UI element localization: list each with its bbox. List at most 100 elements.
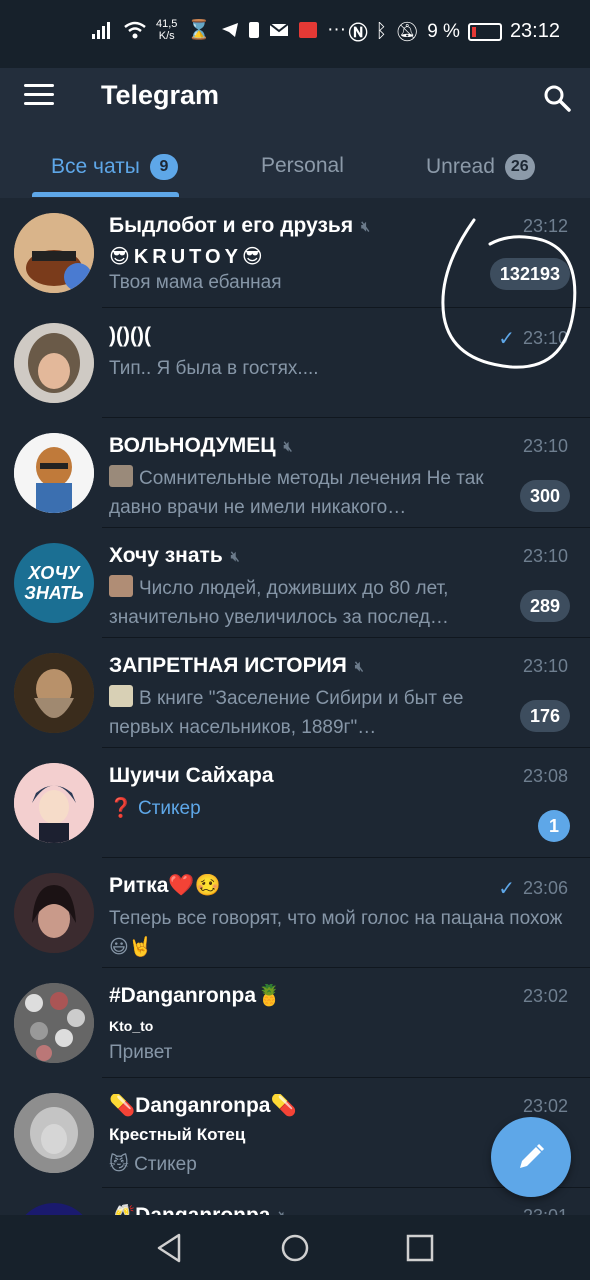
chat-time: 23:12 [522,216,568,236]
mute-bell-icon: 🔕︎ [395,21,420,43]
status-bar: 41,5 K/s ⌛ ··· Ⓝ ᛒ 🔕︎ 9 % 23:12 [0,0,590,68]
avatar-text-2: ЗНАТЬ [24,583,84,603]
chat-time: 23:02 [522,1096,568,1116]
avatar [14,323,94,403]
avatar-text-1: ХОЧУ [28,563,80,583]
person-avatar-icon [14,323,94,403]
battery-icon [467,22,502,41]
chat-name: Быдлобот и его друзья 🔇︎ [109,214,370,237]
nfc-icon: Ⓝ [348,23,368,44]
avatar: ХОЧУ ЗНАТЬ [14,543,94,623]
chat-time: ✓ 23:10 [498,328,568,350]
media-thumbnail [109,575,133,597]
chat-name: 🥂Danganronpa🔇︎ [109,1204,287,1215]
active-tab-indicator [32,192,179,197]
avatar [14,433,94,513]
read-check-icon: ✓ [498,878,515,900]
collage-avatar-icon [14,983,94,1063]
chat-time: 23:10 [522,656,568,676]
chat-time: 23:08 [522,766,568,786]
chat-name: ЗАПРЕТНАЯ ИСТОРИЯ 🔇︎ [109,654,364,677]
compose-button[interactable] [491,1117,571,1197]
sender-name: 😎KRUTOY😎 [109,246,267,268]
signal-icon [92,22,110,39]
unread-badge: 300 [519,480,570,512]
chat-name: #Danganronpa🍍 [109,984,283,1007]
chat-time: 23:02 [522,986,568,1006]
media-thumbnail [109,465,133,487]
read-check-icon: ✓ [498,328,515,350]
chat-row[interactable]: #Danganronpa🍍 23:02 Kto_to Привет [0,968,590,1078]
anime-avatar-icon [14,763,94,843]
chat-row[interactable]: Ритка❤️🥴 ✓ 23:06 Теперь все говорят, что … [0,858,590,968]
mail-icon [269,23,289,36]
media-thumbnail [109,685,133,707]
message-preview: Теперь все говорят, что мой голос на пац… [109,908,563,958]
tab-unread[interactable]: Unread 26 [426,154,535,180]
chat-row[interactable]: 🥂Danganronpa🔇︎ 23:01 [0,1188,590,1215]
shop-notif-icon [299,22,318,38]
chat-row[interactable]: ВОЛЬНОДУМЕЦ 🔇︎ 23:10 Сомнительные методы … [0,418,590,528]
message-preview: Сомнительные методы лечения Не так давно… [109,464,490,522]
message-preview: Тип.. Я была в гостях.... [109,358,319,379]
chat-time: 23:10 [522,546,568,566]
more-notifications-icon: ··· [327,19,347,40]
avatar [14,1093,94,1173]
unread-badge: 176 [519,700,570,732]
hamburger-menu-icon[interactable] [24,84,54,108]
back-icon[interactable] [153,1231,187,1265]
tab-label: Unread [426,155,495,178]
message-preview: 😼 Стикер [109,1154,197,1175]
unread-badge: 1 [538,810,570,842]
avatar [14,1203,94,1215]
chat-row[interactable]: Быдлобот и его друзья 🔇︎ 23:12 😎KRUTOY😎 Т… [0,198,590,308]
tab-personal[interactable]: Personal [261,154,344,178]
chat-row[interactable]: ЗАПРЕТНАЯ ИСТОРИЯ 🔇︎ 23:10 В книге "Засел… [0,638,590,748]
anime-avatar-icon [14,1093,94,1173]
unread-badge: 289 [519,590,570,622]
app-title: Telegram [101,80,220,110]
vangogh-avatar-icon [14,433,94,513]
tab-badge: 26 [504,154,535,180]
system-navigation-bar [0,1215,590,1280]
net-speed: 41,5 K/s [156,18,178,42]
status-time: 23:12 [509,20,560,42]
chat-time: ✓ 23:06 [498,878,568,900]
davinci-avatar-icon [14,653,94,733]
status-right: Ⓝ ᛒ 🔕︎ 9 % 23:12 [349,18,560,45]
message-preview: В книге "Заселение Сибири и быт ее первы… [109,684,490,742]
avatar [14,653,94,733]
muted-icon: 🔇︎ [283,437,293,454]
chat-row[interactable]: ХОЧУ ЗНАТЬ Хочу знать 🔇︎ 23:10 Число люде… [0,528,590,638]
chat-name: Ритка❤️🥴 [109,874,221,897]
avatar [14,763,94,843]
chat-name: 💊Danganronpa💊 [109,1094,297,1117]
chat-time: 23:10 [522,436,568,456]
muted-icon: 🔇︎ [354,657,364,674]
muted-icon: 🔇︎ [279,1208,288,1216]
tab-badge: 9 [149,154,178,180]
chat-list: Быдлобот и его друзья 🔇︎ 23:12 😎KRUTOY😎 Т… [0,198,590,1215]
status-left: 41,5 K/s ⌛ ··· [92,18,346,42]
chat-name: ВОЛЬНОДУМЕЦ 🔇︎ [109,434,293,457]
muted-icon: 🔇︎ [361,217,370,234]
bot-avatar-icon [14,213,94,293]
tab-all-chats[interactable]: Все чаты 9 [51,154,178,180]
message-preview: Число людей, доживших до 80 лет, значите… [109,574,490,632]
home-icon[interactable] [278,1231,312,1265]
chat-name: Шуичи Сайхара [109,764,274,787]
tab-label: Все чаты [51,155,140,178]
sender-name: Крестный Котец [109,1125,246,1144]
hourglass-icon: ⌛ [187,20,212,41]
recents-icon[interactable] [403,1231,437,1265]
battery-percent: 9 % [427,20,460,42]
chat-time: 23:01 [523,1206,568,1215]
search-icon[interactable] [543,84,571,112]
telegram-notif-icon [222,23,239,37]
chat-row[interactable]: Шуичи Сайхара 23:08 ❓ Стикер 1 [0,748,590,858]
chat-row[interactable]: )()()( ✓ 23:10 Тип.. Я была в гостях.... [0,308,590,418]
message-preview: Привет [109,1042,173,1063]
avatar [14,213,94,293]
chat-name: Хочу знать 🔇︎ [109,544,240,567]
avatar [14,873,94,953]
